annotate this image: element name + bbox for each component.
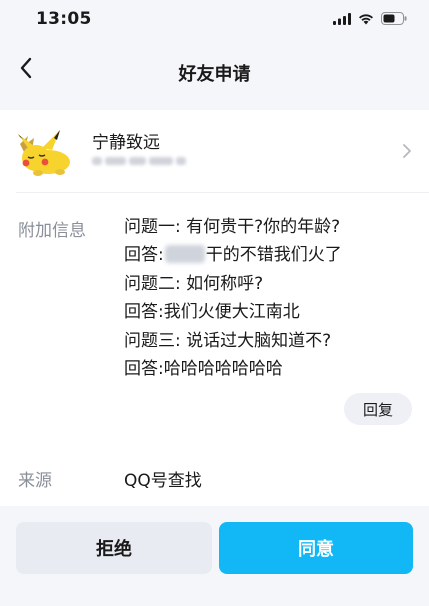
extra-info-line: 回答:哈哈哈哈哈哈哈 — [124, 359, 283, 380]
page-title: 好友申请 — [178, 64, 251, 85]
reply-button[interactable]: 回复 — [344, 393, 412, 425]
wifi-icon — [358, 10, 374, 29]
source-value: QQ号查找 — [124, 471, 202, 491]
profile-id-masked — [92, 154, 186, 168]
action-bar: 拒绝 同意 — [0, 506, 429, 606]
nav-bar: 好友申请 — [0, 40, 429, 100]
profile-row[interactable]: 宁静致远 — [0, 110, 429, 192]
reject-button[interactable]: 拒绝 — [16, 522, 212, 574]
extra-info-line: 回答: 干的不错我们火了 — [124, 241, 414, 269]
divider — [16, 192, 429, 193]
answer-suffix: 干的不错我们火了 — [205, 245, 342, 266]
extra-info-line: 问题三: 说话过大脑知道不? — [124, 330, 332, 351]
chevron-right-icon — [401, 142, 413, 160]
extra-info-line: 问题一: 有何贵干?你的年龄? — [124, 217, 341, 237]
battery-icon — [381, 10, 407, 29]
source-label: 来源 — [18, 471, 52, 491]
extra-info-text: 问题一: 有何贵干?你的年龄? 回答: 干的不错我们火了 问题二: 如何称呼? 回… — [124, 213, 414, 383]
profile-name: 宁静致远 — [92, 133, 160, 153]
agree-button[interactable]: 同意 — [219, 522, 413, 574]
extra-info-label: 附加信息 — [18, 221, 86, 241]
status-time: 13:05 — [36, 9, 92, 29]
pikachu-avatar-icon — [18, 130, 70, 176]
signal-icon — [333, 10, 351, 29]
request-card: 宁静致远 附加信息 问题一: 有何贵干?你的年龄? 回答: 干的不错我们火了 问题… — [0, 110, 429, 506]
answer-prefix: 回答: — [124, 245, 164, 266]
avatar — [14, 124, 74, 178]
extra-info-line: 回答:我们火便大江南北 — [124, 302, 300, 323]
friend-request-screen: 13:05 好友申请 宁静致远 附加信息 问题一: 有何贵干?你的年龄? 回答:… — [0, 0, 429, 606]
redacted-text — [164, 245, 205, 264]
status-bar: 13:05 — [0, 0, 429, 40]
extra-info-line: 问题二: 如何称呼? — [124, 273, 264, 294]
status-icons — [333, 11, 407, 27]
